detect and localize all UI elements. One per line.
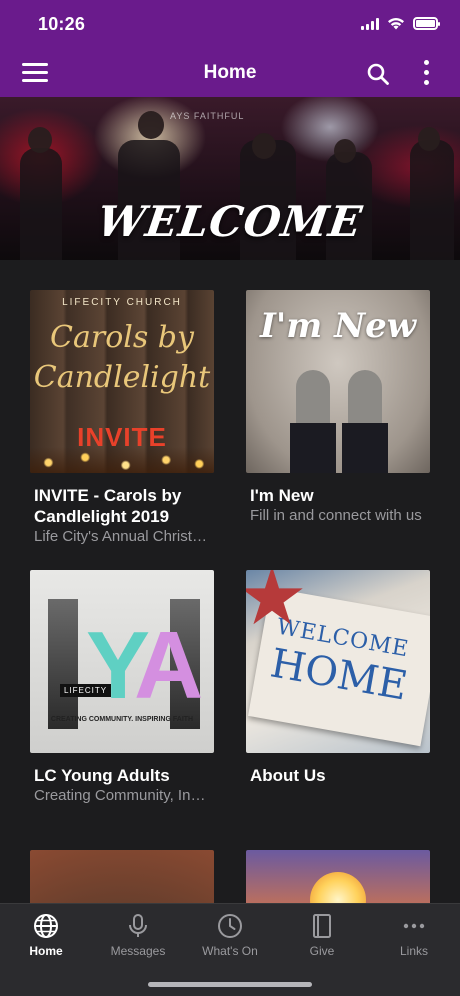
nav-bar: Home xyxy=(0,50,460,97)
card-title: LC Young Adults xyxy=(34,766,170,785)
card-title: INVITE - Carols by Candlelight 2019 xyxy=(34,486,182,526)
thumb-overlay-text: I'm New xyxy=(259,306,417,346)
thumb-script-line1: Carols by xyxy=(50,320,194,355)
card-thumbnail: Y A LIFECITY CREATING COMMUNITY. INSPIRI… xyxy=(30,570,214,753)
microphone-icon xyxy=(129,914,147,937)
welcome-text: WELCOME xyxy=(94,197,366,246)
tab-give[interactable]: Give xyxy=(276,912,368,958)
tab-label: Messages xyxy=(110,944,166,958)
more-vertical-icon[interactable] xyxy=(424,60,430,86)
stage-backdrop-text: AYS FAITHFUL xyxy=(170,111,245,121)
globe-icon xyxy=(34,914,58,938)
singer-head xyxy=(252,133,276,159)
top-bar: 10:26 Home xyxy=(0,0,460,97)
tab-bar: Home Messages What's On Give Links xyxy=(0,903,460,996)
tab-home[interactable]: Home xyxy=(0,912,92,958)
card-carols[interactable]: LIFECITY CHURCH Carols by Candlelight IN… xyxy=(30,290,214,546)
photo-legs xyxy=(48,599,78,729)
card-subtitle: Fill in and connect with us xyxy=(250,507,422,524)
wifi-icon xyxy=(388,18,404,30)
tab-label: Home xyxy=(29,944,63,958)
more-horizontal-icon xyxy=(403,923,425,929)
card-subtitle: Creating Community, Inspiring Faith xyxy=(34,787,212,804)
jeans-left xyxy=(290,423,336,473)
card-title: I'm New xyxy=(250,486,314,505)
singer-head xyxy=(418,127,440,151)
thumb-badge: LIFECITY xyxy=(60,684,112,697)
tab-label: Links xyxy=(399,944,428,958)
singer-head xyxy=(334,139,356,163)
singer-head xyxy=(138,111,164,139)
book-icon xyxy=(313,914,331,938)
thumb-letter-a: A xyxy=(134,612,204,719)
status-time: 10:26 xyxy=(38,14,86,34)
tab-links[interactable]: Links xyxy=(368,912,460,958)
fairy-lights xyxy=(30,447,214,473)
card-thumbnail: I'm New xyxy=(246,290,430,473)
welcome-banner[interactable]: AYS FAITHFUL WELCOME xyxy=(0,97,460,260)
tab-whats-on[interactable]: What's On xyxy=(184,912,276,958)
thumb-script-line2: Candlelight xyxy=(33,360,211,395)
singer-head xyxy=(28,127,52,153)
page-title: Home xyxy=(203,62,257,83)
tab-messages[interactable]: Messages xyxy=(92,912,184,958)
card-im-new[interactable]: I'm New I'm New Fill in and connect with… xyxy=(246,290,430,525)
battery-icon xyxy=(413,17,440,30)
jeans-right xyxy=(342,423,388,473)
card-thumbnail: LIFECITY CHURCH Carols by Candlelight IN… xyxy=(30,290,214,473)
status-bar: 10:26 xyxy=(0,0,460,50)
card-young-adults[interactable]: Y A LIFECITY CREATING COMMUNITY. INSPIRI… xyxy=(30,570,214,805)
status-icons xyxy=(361,17,440,30)
card-title: About Us xyxy=(250,766,326,785)
tab-label: Give xyxy=(309,944,335,958)
card-about-us[interactable]: WELCOME HOME About Us xyxy=(246,570,430,786)
cellular-signal-icon xyxy=(361,17,379,30)
card-thumbnail: WELCOME HOME xyxy=(246,570,430,753)
card-subtitle: Life City's Annual Christmas Carols xyxy=(34,528,212,545)
search-icon[interactable] xyxy=(366,62,390,86)
home-indicator[interactable] xyxy=(148,982,312,987)
tab-label: What's On xyxy=(202,944,258,958)
thumb-church-text: LIFECITY CHURCH xyxy=(62,297,182,308)
thumb-tagline: CREATING COMMUNITY. INSPIRING FAITH xyxy=(50,716,194,723)
clock-icon xyxy=(218,914,242,938)
